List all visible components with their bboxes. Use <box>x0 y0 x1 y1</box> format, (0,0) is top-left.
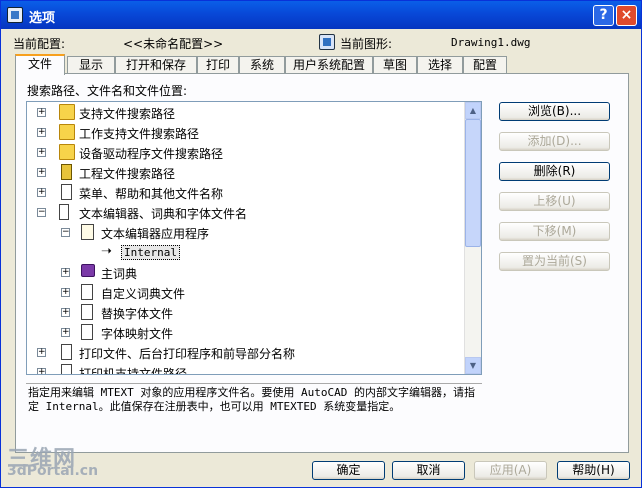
title-bar[interactable]: 选项 ? × <box>1 1 641 29</box>
expand-icon[interactable]: + <box>37 128 46 137</box>
dictionary-file-icon <box>81 284 93 300</box>
tab-system[interactable]: 系统 <box>239 56 285 74</box>
expand-icon[interactable]: + <box>61 308 70 317</box>
set-current-button[interactable]: 置为当前(S) <box>499 252 610 271</box>
tab-profiles[interactable]: 配置 <box>463 56 507 74</box>
apply-button[interactable]: 应用(A) <box>474 461 547 480</box>
tab-strip: 文件 显示 打开和保存 打印 系统 用户系统配置 草图 选择 配置 <box>15 54 615 75</box>
tree-item-label: 工程文件搜索路径 <box>79 167 176 181</box>
tree-label: 搜索路径、文件名和文件位置: <box>27 84 188 98</box>
documents-icon <box>59 204 69 220</box>
book-icon <box>81 264 95 277</box>
cancel-button[interactable]: 取消 <box>392 461 465 480</box>
scroll-down-arrow-icon[interactable]: ▼ <box>465 357 481 374</box>
expand-icon[interactable]: + <box>37 108 46 117</box>
current-profile-label: 当前配置: <box>13 37 66 51</box>
description-text: 指定用来编辑 MTEXT 对象的应用程序文件名。要使用 AutoCAD 的内部文… <box>26 383 482 425</box>
current-drawing-label: 当前图形: <box>340 37 393 51</box>
remove-button[interactable]: 删除(R) <box>499 162 610 181</box>
close-button[interactable]: × <box>616 5 637 26</box>
notepad-icon <box>81 224 94 240</box>
font-map-icon <box>81 324 93 340</box>
tree-item-label: 替换字体文件 <box>101 307 174 321</box>
move-up-button[interactable]: 上移(U) <box>499 192 610 211</box>
collapse-icon[interactable]: − <box>37 208 46 217</box>
watermark: 三维网 3dPortal.cn <box>7 441 107 481</box>
folder-icon <box>59 124 75 140</box>
current-drawing-value: Drawing1.dwg <box>451 36 531 49</box>
tab-drafting[interactable]: 草图 <box>373 56 417 74</box>
drawing-icon <box>319 34 335 50</box>
window-title: 选项 <box>29 11 56 26</box>
scroll-thumb[interactable] <box>465 119 481 247</box>
tab-selection[interactable]: 选择 <box>417 56 463 74</box>
tree-scrollbar[interactable]: ▲ ▼ <box>464 102 481 374</box>
collapse-icon[interactable]: − <box>61 228 70 237</box>
tree-item-label: 打印机支持文件路径 <box>79 367 188 375</box>
tree-item-label: 菜单、帮助和其他文件名称 <box>79 187 224 201</box>
move-down-button[interactable]: 下移(M) <box>499 222 610 241</box>
expand-icon[interactable]: + <box>37 188 46 197</box>
folder-icon <box>59 144 75 160</box>
tree-item-label: 文本编辑器应用程序 <box>101 227 210 241</box>
arrow-icon: ➝ <box>101 244 112 259</box>
tab-display[interactable]: 显示 <box>67 56 115 74</box>
expand-icon[interactable]: + <box>61 268 70 277</box>
tree-item-label: 主词典 <box>101 267 138 281</box>
tree-item-label: 自定义词典文件 <box>101 287 186 301</box>
tree-item-label: 打印文件、后台打印程序和前导部分名称 <box>79 347 296 361</box>
expand-icon[interactable]: + <box>37 368 46 374</box>
tree-item-label: 支持文件搜索路径 <box>79 107 176 121</box>
watermark-line2: 3dPortal.cn <box>7 463 99 479</box>
tree-item-label: 设备驱动程序文件搜索路径 <box>79 147 224 161</box>
document-icon <box>61 344 72 360</box>
font-file-icon <box>81 304 93 320</box>
project-icon <box>61 164 72 180</box>
tab-user-preferences[interactable]: 用户系统配置 <box>285 56 373 74</box>
options-dialog: 选项 ? × 当前配置: <<未命名配置>> 当前图形: Drawing1.dw… <box>0 0 642 488</box>
expand-icon[interactable]: + <box>37 348 46 357</box>
tab-plot[interactable]: 打印 <box>197 56 239 74</box>
add-button[interactable]: 添加(D)... <box>499 132 610 151</box>
help-bottom-button[interactable]: 帮助(H) <box>557 461 630 480</box>
help-button[interactable]: ? <box>593 5 614 26</box>
current-profile-value: <<未命名配置>> <box>123 37 224 51</box>
app-icon <box>7 7 23 23</box>
folder-icon <box>61 364 72 374</box>
document-icon <box>61 184 72 200</box>
tab-open-save[interactable]: 打开和保存 <box>115 56 197 74</box>
tree-item-label: 字体映射文件 <box>101 327 174 341</box>
tab-files[interactable]: 文件 <box>15 54 65 75</box>
tree-item-label: 文本编辑器、词典和字体文件名 <box>79 207 248 221</box>
expand-icon[interactable]: + <box>37 148 46 157</box>
search-path-tree[interactable]: + 支持文件搜索路径 + 工作支持文件搜索路径 + 设备驱动程序文件搜索路径 +… <box>26 101 482 375</box>
browse-button[interactable]: 浏览(B)... <box>499 102 610 121</box>
ok-button[interactable]: 确定 <box>312 461 385 480</box>
expand-icon[interactable]: + <box>61 328 70 337</box>
expand-icon[interactable]: + <box>61 288 70 297</box>
scroll-up-arrow-icon[interactable]: ▲ <box>465 102 481 119</box>
tree-item-label: 工作支持文件搜索路径 <box>79 127 200 141</box>
folder-icon <box>59 104 75 120</box>
tree-item-label[interactable]: Internal <box>121 245 180 260</box>
expand-icon[interactable]: + <box>37 168 46 177</box>
